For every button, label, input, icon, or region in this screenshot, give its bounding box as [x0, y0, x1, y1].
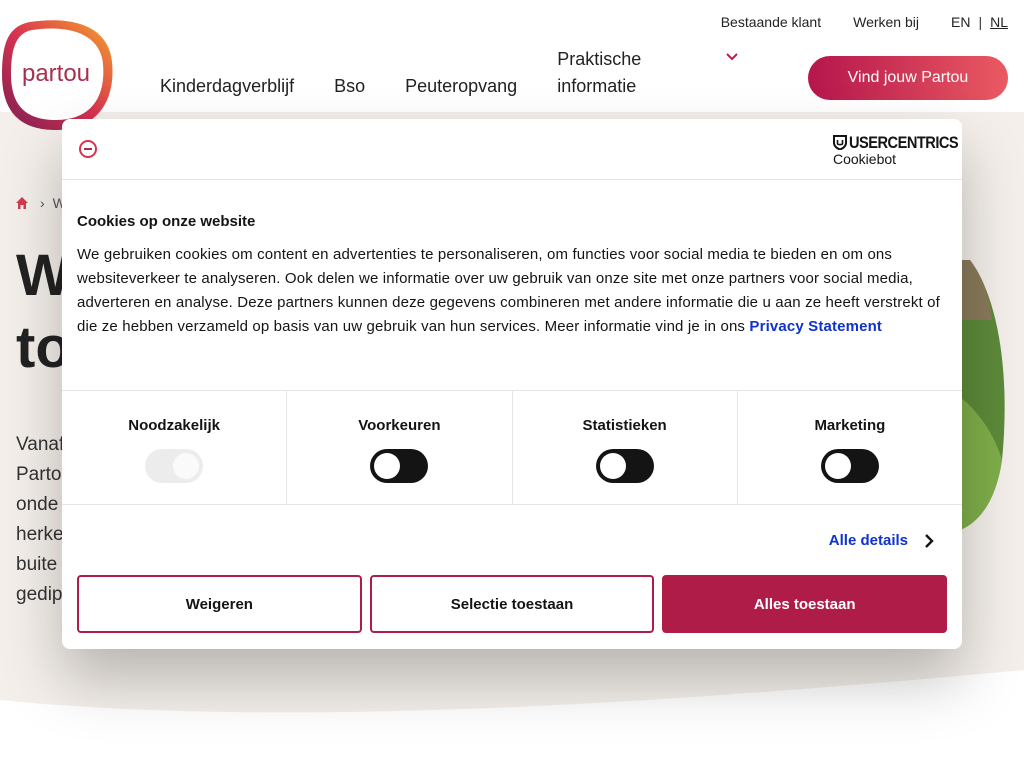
necessary-toggle	[145, 449, 204, 483]
intro-line: Vanaf	[16, 434, 65, 455]
nav-kinderdagverblijf[interactable]: Kinderdagverblijf	[160, 73, 294, 100]
intro-line: Parto	[16, 464, 62, 485]
all-details-link[interactable]: Alle details	[829, 532, 908, 549]
dialog-header: USERCENTRICS Cookiebot	[62, 119, 962, 180]
category-marketing: Marketing	[738, 391, 962, 504]
category-preferences: Voorkeuren	[287, 391, 513, 504]
intro-line: gedip	[16, 584, 63, 605]
nav-praktische-informatie-label: Praktische informatie	[557, 49, 642, 96]
intro-text: Vanaf Parto onde herke buite gedip	[16, 430, 66, 610]
breadcrumb-separator: ›	[40, 195, 45, 211]
cookie-consent-dialog: USERCENTRICS Cookiebot Cookies op onze w…	[62, 119, 962, 649]
category-statistics: Statistieken	[513, 391, 738, 504]
dialog-body: Cookies op onze website We gebruiken coo…	[62, 180, 962, 391]
home-icon[interactable]	[16, 197, 28, 209]
toggle-knob	[824, 453, 851, 479]
logo-text: partou	[22, 60, 90, 87]
category-label: Statistieken	[582, 417, 667, 434]
shield-icon	[833, 135, 847, 150]
main-nav: Kinderdagverblijf Bso Peuteropvang Prakt…	[160, 44, 757, 100]
category-label: Marketing	[814, 417, 886, 434]
dialog-actions: Weigeren Selectie toestaan Alles toestaa…	[62, 575, 962, 633]
consent-categories: Noodzakelijk Voorkeuren Statistieken Mar…	[62, 391, 962, 505]
background-wave	[0, 670, 1024, 768]
partou-logo[interactable]: partou	[0, 18, 114, 132]
nav-praktische-informatie[interactable]: Praktische informatie	[557, 46, 738, 100]
toggle-knob	[173, 453, 200, 479]
category-necessary: Noodzakelijk	[62, 391, 288, 504]
existing-customer-link[interactable]: Bestaande klant	[721, 14, 821, 30]
chevron-down-icon[interactable]	[725, 50, 739, 64]
dialog-description: We gebruiken cookies om content en adver…	[77, 243, 947, 339]
usercentrics-logo: USERCENTRICS Cookiebot	[833, 133, 959, 167]
marketing-toggle[interactable]	[820, 449, 879, 483]
intro-line: herke	[16, 524, 64, 545]
usercentrics-name: USERCENTRICS	[849, 133, 959, 152]
language-en[interactable]: EN	[951, 14, 970, 30]
intro-line: onde	[16, 494, 59, 515]
toggle-knob	[374, 453, 401, 479]
nav-bso[interactable]: Bso	[334, 73, 365, 100]
find-partou-button[interactable]: Vind jouw Partou	[808, 56, 1008, 100]
preferences-toggle[interactable]	[370, 449, 429, 483]
partou-logo-small	[79, 140, 97, 158]
allow-selection-button[interactable]: Selectie toestaan	[369, 575, 655, 633]
privacy-statement-link[interactable]: Privacy Statement	[749, 318, 882, 335]
decline-button[interactable]: Weigeren	[77, 575, 362, 633]
dialog-title: Cookies op onze website	[77, 213, 256, 230]
allow-all-button[interactable]: Alles toestaan	[662, 575, 948, 633]
language-separator: |	[978, 14, 983, 30]
category-label: Noodzakelijk	[128, 417, 220, 434]
statistics-toggle[interactable]	[595, 449, 654, 483]
cookiebot-name: Cookiebot	[833, 151, 897, 167]
breadcrumb: › W	[16, 195, 66, 211]
details-row: Alle details	[62, 505, 962, 575]
language-nl[interactable]: NL	[990, 14, 1008, 30]
toggle-knob	[599, 453, 626, 479]
intro-line: buite	[16, 554, 58, 575]
utility-nav: Bestaande klant Werken bij EN | NL	[721, 14, 1008, 30]
careers-link[interactable]: Werken bij	[853, 14, 919, 30]
chevron-right-icon[interactable]	[923, 534, 935, 548]
category-label: Voorkeuren	[358, 417, 441, 434]
nav-peuteropvang[interactable]: Peuteropvang	[405, 73, 517, 100]
